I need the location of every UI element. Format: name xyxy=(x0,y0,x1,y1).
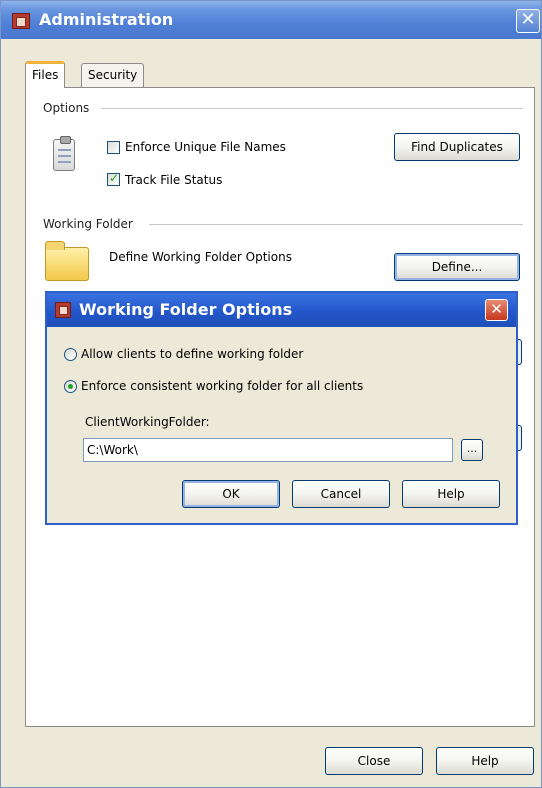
enforce-consistent-label: Enforce consistent working folder for al… xyxy=(81,379,364,393)
working-folder-divider xyxy=(149,224,523,225)
administration-window: Administration ✕ Files Security Options … xyxy=(0,0,542,788)
enforce-unique-names-checkbox[interactable] xyxy=(107,141,120,154)
app-icon xyxy=(12,13,30,29)
window-close-button[interactable]: ✕ xyxy=(516,9,540,33)
options-group-label: Options xyxy=(43,101,90,115)
client-working-folder-input[interactable] xyxy=(83,438,453,462)
window-title: Administration xyxy=(39,10,174,29)
dialog-close-button[interactable]: ✕ xyxy=(485,299,508,321)
dialog-titlebar[interactable]: Working Folder Options ✕ xyxy=(47,293,516,327)
client-working-folder-label: ClientWorkingFolder: xyxy=(85,415,210,429)
cancel-button[interactable]: Cancel xyxy=(292,480,390,508)
enforce-consistent-radio[interactable] xyxy=(64,380,77,393)
working-folder-group-label: Working Folder xyxy=(43,217,133,231)
folder-icon xyxy=(45,241,89,281)
help-button[interactable]: Help xyxy=(436,747,534,775)
allow-clients-label: Allow clients to define working folder xyxy=(81,347,304,361)
clipboard-icon xyxy=(53,136,75,171)
options-divider xyxy=(101,108,523,109)
dialog-title: Working Folder Options xyxy=(79,300,293,319)
dialog-app-icon xyxy=(55,302,71,318)
tab-files[interactable]: Files xyxy=(25,61,66,88)
dialog-help-button[interactable]: Help xyxy=(402,480,500,508)
browse-button[interactable]: ... xyxy=(461,439,483,461)
allow-clients-radio[interactable] xyxy=(64,348,77,361)
define-button[interactable]: Define... xyxy=(394,253,520,281)
ok-button[interactable]: OK xyxy=(182,480,280,508)
track-file-status-checkbox[interactable] xyxy=(107,171,120,186)
working-folder-options-dialog: Working Folder Options ✕ Allow clients t… xyxy=(45,291,518,525)
track-file-status-label: Track File Status xyxy=(125,173,223,187)
working-folder-description: Define Working Folder Options xyxy=(109,250,292,264)
enforce-unique-names-label: Enforce Unique File Names xyxy=(125,140,286,154)
tab-security[interactable]: Security xyxy=(81,63,145,87)
window-titlebar[interactable]: Administration ✕ xyxy=(1,1,541,39)
find-duplicates-button[interactable]: Find Duplicates xyxy=(394,133,520,161)
close-button[interactable]: Close xyxy=(325,747,423,775)
